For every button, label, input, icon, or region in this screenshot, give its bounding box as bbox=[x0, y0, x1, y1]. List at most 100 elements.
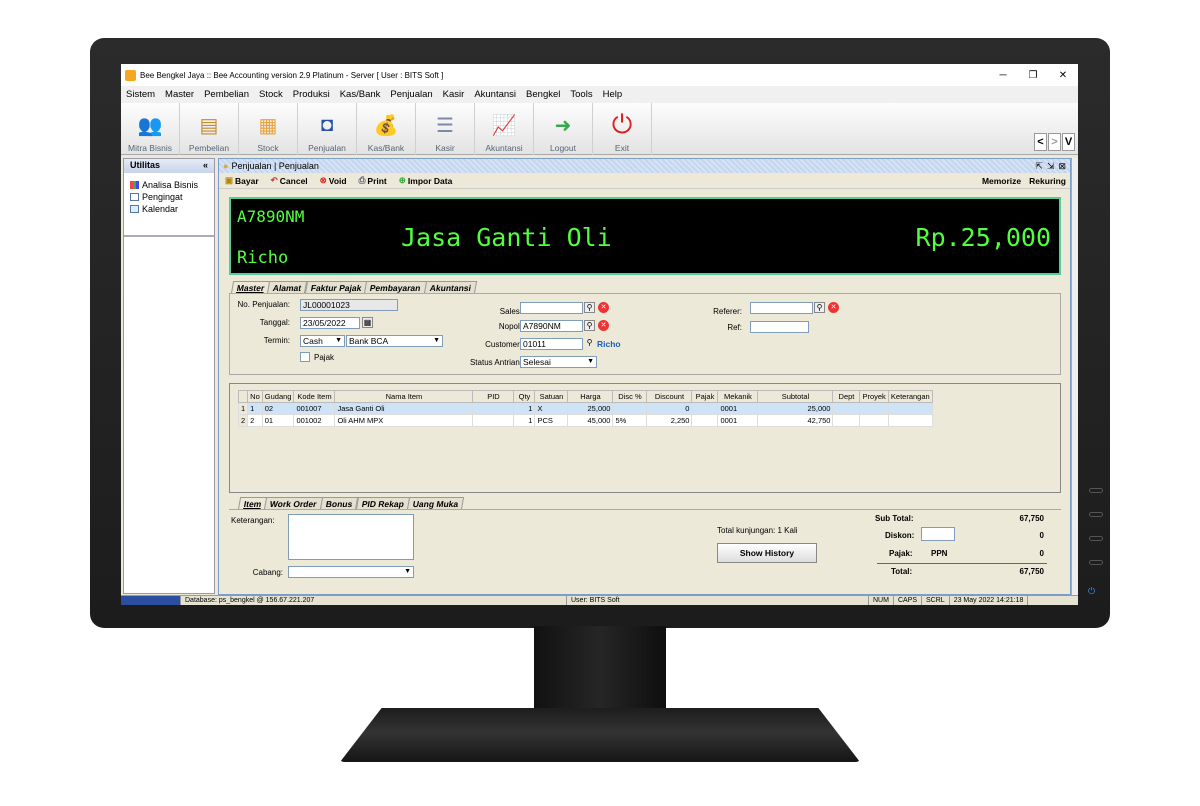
table-row[interactable]: 1 1 02 001007 Jasa Ganti Oli 1 X 25,000 … bbox=[237, 402, 933, 415]
referer-field[interactable] bbox=[750, 302, 813, 314]
toolbar-pembelian[interactable]: ▤ Pembelian bbox=[180, 103, 239, 155]
nav-next-button[interactable]: > bbox=[1048, 133, 1061, 151]
show-history-button[interactable]: Show History bbox=[717, 543, 817, 563]
col-gudang[interactable]: Gudang bbox=[261, 390, 295, 403]
menu-produksi[interactable]: Produksi bbox=[288, 89, 335, 100]
nav-prev-button[interactable]: < bbox=[1034, 133, 1047, 151]
keterangan-textarea[interactable] bbox=[288, 514, 414, 560]
col-qty[interactable]: Qty bbox=[513, 390, 536, 403]
cancel-button[interactable]: ↶ Cancel bbox=[265, 175, 314, 186]
vertical-scrollbar[interactable] bbox=[1071, 158, 1078, 595]
menu-master[interactable]: Master bbox=[160, 89, 199, 100]
bayar-button[interactable]: ▣ Bayar bbox=[219, 175, 265, 186]
col-disc[interactable]: Disc % bbox=[612, 390, 648, 403]
cash-register-icon: ☰ bbox=[436, 114, 454, 137]
col-pid[interactable]: PID bbox=[472, 390, 515, 403]
nopol-field[interactable]: A7890NM bbox=[520, 320, 583, 332]
col-no[interactable]: No bbox=[247, 390, 263, 403]
detach-icon[interactable]: ⇱ bbox=[1035, 161, 1043, 172]
sidebar-item-analisa-bisnis[interactable]: Analisa Bisnis bbox=[124, 179, 214, 191]
restore-button[interactable]: ❐ bbox=[1018, 70, 1048, 81]
pajak-checkbox[interactable] bbox=[300, 352, 310, 362]
menu-akuntansi[interactable]: Akuntansi bbox=[469, 89, 521, 100]
display-customer: Richo bbox=[237, 248, 289, 268]
clear-icon[interactable]: ✕ bbox=[828, 302, 839, 313]
sidebar-item-kalendar[interactable]: Kalendar bbox=[124, 203, 214, 215]
col-mekanik[interactable]: Mekanik bbox=[717, 390, 759, 403]
status-progress bbox=[121, 595, 181, 605]
cabang-label: Cabang: bbox=[252, 568, 283, 577]
table-row[interactable]: 2 2 01 001002 Oli AHM MPX 1 PCS 45,000 5… bbox=[237, 414, 933, 427]
col-harga[interactable]: Harga bbox=[567, 390, 614, 403]
toolbar-kasir[interactable]: ☰ Kasir bbox=[416, 103, 475, 155]
search-icon[interactable]: ⚲ bbox=[584, 338, 595, 349]
collapse-icon[interactable]: « bbox=[203, 160, 208, 172]
customer-field[interactable]: 01011 bbox=[520, 338, 583, 350]
sidebar-item-pengingat[interactable]: Pengingat bbox=[124, 191, 214, 203]
impor-data-button[interactable]: ⊕ Impor Data bbox=[393, 175, 459, 186]
monitor-base bbox=[340, 708, 860, 762]
minimize-button[interactable]: ─ bbox=[988, 70, 1018, 81]
cabang-select[interactable] bbox=[288, 566, 414, 578]
menu-penjualan[interactable]: Penjualan bbox=[385, 89, 437, 100]
col-discount[interactable]: Discount bbox=[646, 390, 693, 403]
termin-select[interactable]: Cash bbox=[300, 335, 345, 347]
col-nama-item[interactable]: Nama Item bbox=[334, 390, 474, 403]
tanggal-field[interactable]: 23/05/2022 bbox=[300, 317, 360, 329]
menu-pembelian[interactable]: Pembelian bbox=[199, 89, 254, 100]
search-icon[interactable]: ⚲ bbox=[584, 320, 595, 331]
toolbar-akuntansi[interactable]: 📈 Akuntansi bbox=[475, 103, 534, 155]
menu-help[interactable]: Help bbox=[598, 89, 628, 100]
close-button[interactable]: ✕ bbox=[1048, 70, 1078, 81]
toolbar-stock[interactable]: ▦ Stock bbox=[239, 103, 298, 155]
col-keterangan[interactable]: Keterangan bbox=[887, 390, 933, 403]
sidebar-divider bbox=[124, 235, 214, 237]
no-penjualan-field[interactable]: JL00001023 bbox=[300, 299, 398, 311]
action-bar: ▣ Bayar ↶ Cancel ⊗ Void ⎙ Print ⊕ Impor Data … bbox=[219, 173, 1070, 189]
nav-v-button[interactable]: V bbox=[1062, 133, 1075, 151]
close-window-icon[interactable]: ⊠ bbox=[1058, 161, 1066, 172]
col-dept[interactable]: Dept bbox=[832, 390, 861, 403]
menu-kasir[interactable]: Kasir bbox=[438, 89, 470, 100]
ref-field[interactable] bbox=[750, 321, 809, 333]
toolbar-penjualan[interactable]: ◘ Penjualan bbox=[298, 103, 357, 155]
col-satuan[interactable]: Satuan bbox=[534, 390, 569, 403]
status-bar: Database: ps_bengkel @ 156.67.221.207 Us… bbox=[121, 595, 1078, 605]
memorize-button[interactable]: Memorize bbox=[982, 176, 1021, 186]
diskon-field[interactable] bbox=[921, 527, 955, 541]
float-icon[interactable]: ⇲ bbox=[1047, 161, 1055, 172]
calendar-picker-icon[interactable]: ▦ bbox=[362, 317, 373, 328]
subtotal-label: Sub Total: bbox=[875, 514, 914, 523]
menu-kasbank[interactable]: Kas/Bank bbox=[335, 89, 386, 100]
rekuring-button[interactable]: Rekuring bbox=[1029, 176, 1066, 186]
bank-select[interactable]: Bank BCA bbox=[346, 335, 443, 347]
no-penjualan-label: No. Penjualan: bbox=[237, 300, 290, 309]
monitor-button bbox=[1089, 536, 1103, 541]
customer-name-link[interactable]: Richo bbox=[597, 339, 621, 349]
search-icon[interactable]: ⚲ bbox=[814, 302, 825, 313]
pajak-type: PPN bbox=[931, 549, 948, 558]
search-icon[interactable]: ⚲ bbox=[584, 302, 595, 313]
toolbar-exit[interactable]: ⏻ Exit bbox=[593, 103, 652, 155]
col-kode-item[interactable]: Kode Item bbox=[293, 390, 336, 403]
clear-icon[interactable]: ✕ bbox=[598, 302, 609, 313]
clear-icon[interactable]: ✕ bbox=[598, 320, 609, 331]
menu-bengkel[interactable]: Bengkel bbox=[521, 89, 565, 100]
toolbar-kasbank[interactable]: 💰 Kas/Bank bbox=[357, 103, 416, 155]
pajak-total-label: Pajak: bbox=[889, 549, 913, 558]
col-subtotal[interactable]: Subtotal bbox=[757, 390, 834, 403]
toolbar-mitra-bisnis[interactable]: 👥 Mitra Bisnis bbox=[121, 103, 180, 155]
menu-stock[interactable]: Stock bbox=[254, 89, 288, 100]
status-antrian-select[interactable]: Selesai bbox=[520, 356, 597, 368]
menu-sistem[interactable]: Sistem bbox=[121, 89, 160, 100]
sales-field[interactable] bbox=[520, 302, 583, 314]
power-indicator-icon: ⏻ bbox=[1088, 586, 1096, 596]
col-proyek[interactable]: Proyek bbox=[859, 390, 889, 403]
growth-chart-icon: 📈 bbox=[491, 114, 517, 137]
col-pajak[interactable]: Pajak bbox=[691, 390, 719, 403]
referer-label: Referer: bbox=[713, 307, 742, 316]
print-button[interactable]: ⎙ Print bbox=[353, 175, 393, 186]
menu-tools[interactable]: Tools bbox=[565, 89, 597, 100]
void-button[interactable]: ⊗ Void bbox=[314, 175, 353, 186]
toolbar-logout[interactable]: ➜ Logout bbox=[534, 103, 593, 155]
